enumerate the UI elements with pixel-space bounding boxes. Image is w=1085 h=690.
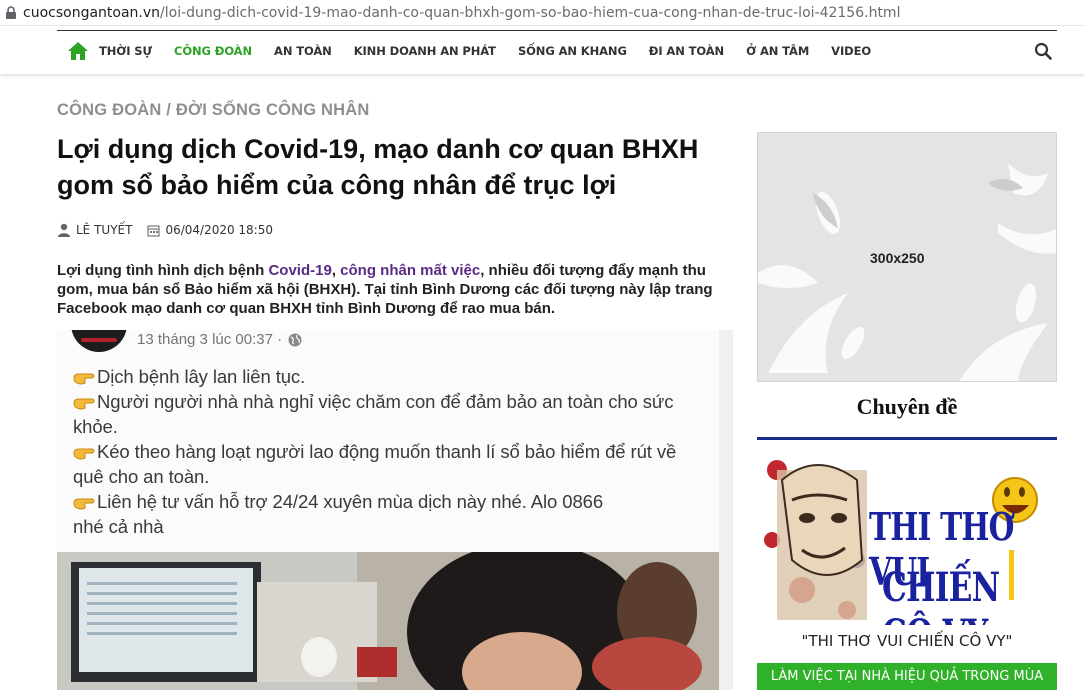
home-icon: [68, 42, 88, 60]
breadcrumb-separator: /: [161, 101, 176, 119]
ad-size-label: 300x250: [870, 250, 925, 266]
post-line: Liên hệ tư vấn hỗ trợ 24/24 xuyên mùa dị…: [73, 491, 603, 513]
breadcrumb-subsection[interactable]: ĐỜI SỐNG CÔNG NHÂN: [176, 101, 370, 119]
banner-caption[interactable]: "THI THƠ VUI CHIẾN CÔ VY": [757, 632, 1057, 650]
avatar: [71, 330, 127, 352]
post-line: Dịch bệnh lây lan liên tục.: [73, 366, 305, 388]
banner-title-line-2: CHIẾN CÔ VY: [882, 564, 1000, 625]
post-line-text: khỏe.: [73, 416, 118, 437]
pointing-hand-icon: [73, 498, 95, 510]
tag-link-cong-nhan-mat-viec[interactable]: công nhân mất việc: [340, 262, 480, 279]
post-line: quê cho an toàn.: [73, 466, 209, 488]
post-line-text: Kéo theo hàng loạt người lao động muốn t…: [97, 441, 677, 462]
url-domain: cuocsongantoan.vn: [23, 4, 161, 21]
home-button[interactable]: [57, 37, 99, 65]
lead-separator: ,: [331, 262, 341, 279]
office-photo: [57, 552, 719, 690]
post-line: khỏe.: [73, 416, 118, 438]
topic-heading: Chuyên đề: [856, 394, 958, 419]
nav-item-thoi-su[interactable]: THỜI SỰ: [99, 44, 152, 58]
calendar-icon: [147, 224, 161, 237]
nav-item-cong-doan[interactable]: CÔNG ĐOÀN: [174, 44, 252, 58]
lead-prefix: Lợi dụng tình hình dịch bệnh: [57, 262, 269, 279]
main-navigation: THỜI SỰ CÔNG ĐOÀN AN TOÀN KINH DOANH AN …: [0, 26, 1085, 74]
url-path: /loi-dung-dich-covid-19-mao-danh-co-quan…: [160, 4, 901, 21]
nav-item-an-toan[interactable]: AN TOÀN: [274, 44, 332, 58]
pointing-hand-icon: [73, 373, 95, 385]
user-icon: [58, 223, 70, 237]
facebook-post-screenshot: 13 tháng 3 lúc 00:37 · Dịch bệnh lây lan…: [57, 330, 719, 552]
nav-divider: [57, 30, 1057, 31]
nav-item-di-an-toan[interactable]: ĐI AN TOÀN: [649, 44, 724, 58]
post-line: Kéo theo hàng loạt người lao động muốn t…: [73, 441, 676, 463]
post-line-text: Liên hệ tư vấn hỗ trợ 24/24 xuyên mùa dị…: [97, 491, 604, 512]
breadcrumb: CÔNG ĐOÀN / ĐỜI SỐNG CÔNG NHÂN: [57, 101, 370, 120]
post-line: nhé cả nhà: [73, 516, 164, 538]
post-timestamp: 13 tháng 3 lúc 00:37 ·: [137, 331, 303, 348]
ad-placeholder[interactable]: 300x250: [757, 132, 1057, 382]
post-line-text: Người người nhà nhà nghỉ việc chăm con đ…: [97, 391, 674, 412]
post-line: Người người nhà nhà nghỉ việc chăm con đ…: [73, 391, 673, 413]
globe-icon: [288, 333, 302, 346]
article-title: Lợi dụng dịch Covid-19, mạo danh cơ quan…: [57, 134, 699, 200]
post-line-text: quê cho an toàn.: [73, 466, 210, 487]
nav-item-kinh-doanh-an-phat[interactable]: KINH DOANH AN PHÁT: [354, 44, 496, 58]
tag-link-covid-19[interactable]: Covid-19: [268, 262, 331, 279]
article-image: 13 tháng 3 lúc 00:37 · Dịch bệnh lây lan…: [57, 330, 719, 690]
post-line-text: Dịch bệnh lây lan liên tục.: [97, 366, 306, 387]
image-scrollbar[interactable]: [719, 330, 733, 690]
lock-icon: [6, 5, 16, 19]
nav-item-video[interactable]: VIDEO: [831, 44, 871, 58]
post-time-text: 13 tháng 3 lúc 00:37 ·: [137, 331, 283, 348]
article-author[interactable]: LÊ TUYẾT: [76, 223, 132, 237]
topic-link-bar[interactable]: LÀM VIỆC TẠI NHÀ HIỆU QUẢ TRONG MÙA: [757, 663, 1057, 690]
post-line-text: nhé cả nhà: [73, 516, 164, 537]
search-icon[interactable]: [1034, 42, 1052, 60]
article-meta: LÊ TUYẾT 06/04/2020 18:50: [57, 223, 273, 237]
nav-item-o-an-tam[interactable]: Ở AN TÂM: [746, 44, 809, 58]
breadcrumb-section[interactable]: CÔNG ĐOÀN: [57, 101, 161, 119]
nav-item-song-an-khang[interactable]: SỐNG AN KHANG: [518, 44, 627, 58]
pointing-hand-icon: [73, 398, 95, 410]
address-bar[interactable]: cuocsongantoan.vn/loi-dung-dich-covid-19…: [0, 0, 1085, 26]
article-lead: Lợi dụng tình hình dịch bệnh Covid-19, c…: [57, 261, 727, 318]
topic-banner[interactable]: THI THƠ VUI CHIẾN CÔ VY: [757, 437, 1057, 625]
pointing-hand-icon: [73, 448, 95, 460]
article-date: 06/04/2020 18:50: [165, 223, 273, 237]
